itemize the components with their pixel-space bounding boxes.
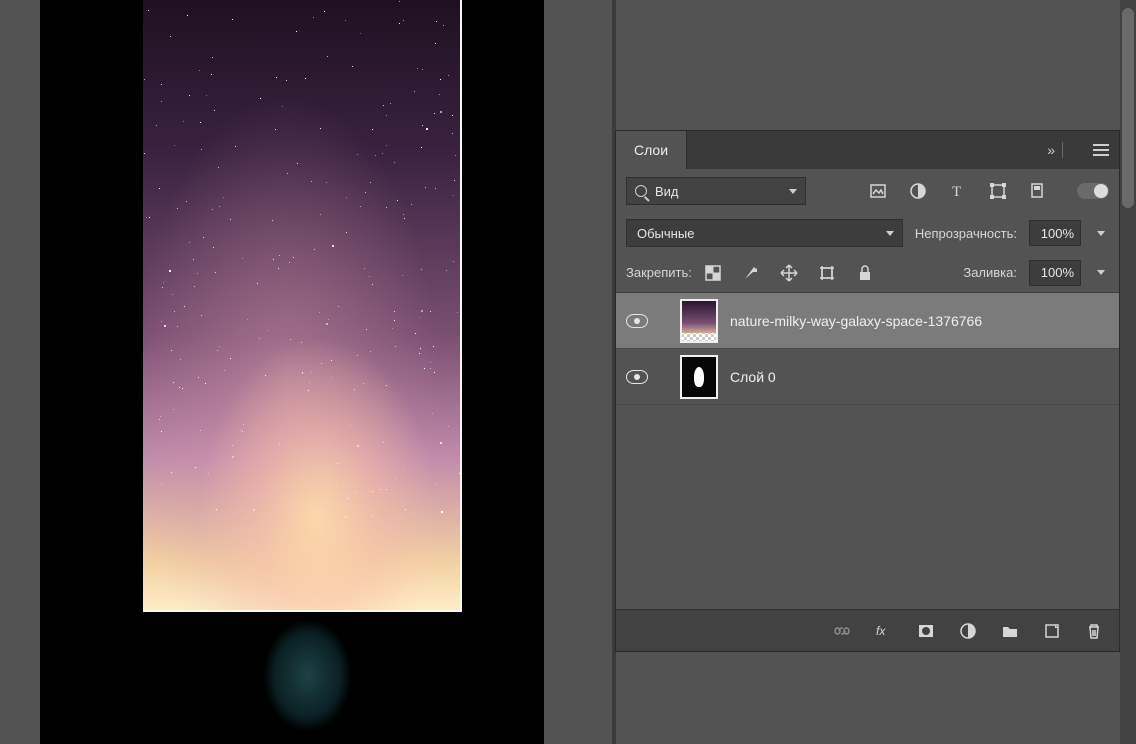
panel-menu-button[interactable] — [1083, 131, 1119, 169]
fill-label: Заливка: — [963, 265, 1017, 280]
new-layer-icon[interactable] — [1043, 622, 1061, 640]
layer-name-label[interactable]: Слой 0 — [730, 369, 776, 385]
fill-input[interactable]: 100% — [1029, 260, 1081, 286]
fill-flyout-button[interactable] — [1093, 260, 1109, 286]
layer-row[interactable]: Слой 0 — [616, 349, 1119, 405]
opacity-input[interactable]: 100% — [1029, 220, 1081, 246]
layers-panel: Слои » Вид T Обычные Непрозрачность: 100… — [615, 130, 1120, 652]
add-group-icon[interactable] — [1001, 622, 1019, 640]
scrollbar-vertical[interactable] — [1120, 0, 1136, 744]
panel-tab-strip: Слои » — [616, 131, 1119, 169]
layer-thumbnail[interactable] — [680, 299, 718, 343]
layer-fx-icon[interactable]: fx — [875, 622, 893, 640]
sky-image-layer — [143, 0, 462, 612]
lock-label: Закрепить: — [626, 265, 692, 280]
search-icon — [635, 185, 647, 197]
svg-text:T: T — [952, 184, 961, 200]
tab-layers[interactable]: Слои — [616, 131, 687, 169]
filter-kind-dropdown[interactable]: Вид — [626, 177, 806, 205]
lock-fill-row: Закрепить: Заливка: 100% — [616, 253, 1119, 293]
layer-filter-row: Вид T — [616, 169, 1119, 213]
layer-thumbnail[interactable] — [680, 355, 718, 399]
layer-list: nature-milky-way-galaxy-space-1376766 Сл… — [616, 293, 1119, 609]
layer-row[interactable]: nature-milky-way-galaxy-space-1376766 — [616, 293, 1119, 349]
filter-kind-label: Вид — [655, 184, 679, 199]
link-layers-icon[interactable] — [833, 622, 851, 640]
blend-opacity-row: Обычные Непрозрачность: 100% — [616, 213, 1119, 253]
add-mask-icon[interactable] — [917, 622, 935, 640]
filter-type-icon[interactable]: T — [949, 182, 967, 200]
fill-value: 100% — [1041, 265, 1074, 280]
layer-name-label[interactable]: nature-milky-way-galaxy-space-1376766 — [730, 313, 982, 329]
lock-artboard-icon[interactable] — [818, 264, 836, 282]
visibility-toggle[interactable] — [626, 314, 648, 328]
blend-mode-value: Обычные — [637, 226, 694, 241]
lock-image-icon[interactable] — [742, 264, 760, 282]
filter-pixel-icon[interactable] — [869, 182, 887, 200]
filter-shape-icon[interactable] — [989, 182, 1007, 200]
filter-toggle[interactable] — [1077, 183, 1109, 199]
lock-position-icon[interactable] — [780, 264, 798, 282]
scrollbar-thumb[interactable] — [1122, 8, 1134, 208]
blend-mode-dropdown[interactable]: Обычные — [626, 219, 903, 247]
tab-layers-label: Слои — [634, 142, 668, 158]
document-canvas[interactable] — [40, 0, 544, 744]
canvas-workspace — [0, 0, 615, 744]
visibility-toggle[interactable] — [626, 370, 648, 384]
add-adjustment-icon[interactable] — [959, 622, 977, 640]
lock-all-icon[interactable] — [856, 264, 874, 282]
chevron-down-icon — [886, 231, 894, 236]
layer-actions-bar: fx — [616, 609, 1119, 651]
lock-transparency-icon[interactable] — [704, 264, 722, 282]
panel-collapse-button[interactable]: » — [1037, 131, 1083, 169]
face-image-layer — [240, 608, 375, 743]
delete-layer-icon[interactable] — [1085, 622, 1103, 640]
svg-text:fx: fx — [876, 624, 886, 638]
opacity-value: 100% — [1041, 226, 1074, 241]
opacity-flyout-button[interactable] — [1093, 220, 1109, 246]
filter-smart-icon[interactable] — [1029, 182, 1047, 200]
opacity-label: Непрозрачность: — [915, 226, 1017, 241]
chevron-down-icon — [789, 189, 797, 194]
filter-adjust-icon[interactable] — [909, 182, 927, 200]
